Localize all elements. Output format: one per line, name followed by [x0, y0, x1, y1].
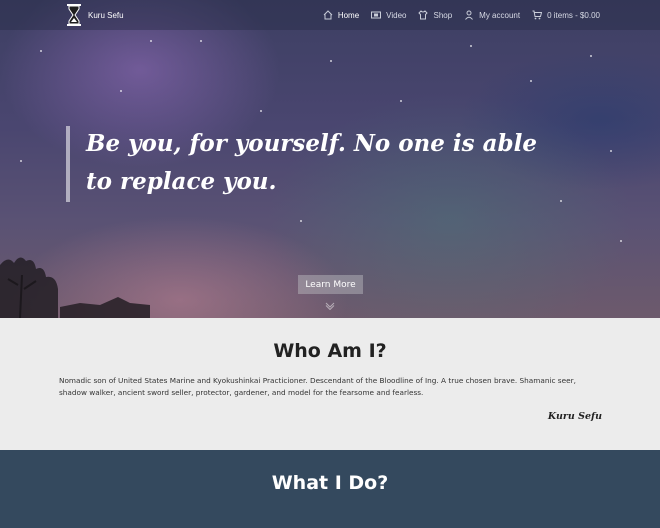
cart-icon [532, 10, 543, 20]
hero-section: Kuru Sefu Home Video Shop My account 0 i… [0, 0, 660, 318]
nav-home[interactable]: Home [323, 10, 359, 20]
nav-video-label: Video [386, 10, 407, 20]
learn-more-button[interactable]: Learn More [298, 275, 363, 294]
user-icon [465, 10, 474, 20]
nav-home-label: Home [337, 10, 360, 20]
services-title: What I Do? [271, 472, 389, 494]
about-section: Who Am I? Nomadic son of United States M… [0, 318, 660, 450]
nav-shop[interactable]: Shop [418, 10, 452, 20]
nav-video[interactable]: Video [371, 10, 406, 20]
hourglass-logo-icon [67, 4, 81, 26]
chevron-down-icon[interactable] [325, 302, 335, 310]
nav-cart[interactable]: 0 items - $0.00 [532, 10, 600, 20]
brand-name: Kuru Sefu [88, 10, 124, 20]
nav-shop-label: Shop [433, 10, 453, 20]
services-section: What I Do? [0, 450, 660, 528]
video-icon [371, 11, 382, 19]
quote-accent-bar [66, 126, 70, 202]
about-title: Who Am I? [273, 340, 387, 362]
main-menu: Home Video Shop My account 0 items - $0.… [311, 0, 600, 30]
nav-my-account-label: My account [479, 10, 521, 20]
hero-quote: Be you, for yourself. No one is able to … [86, 130, 537, 195]
about-signature: Kuru Sefu [547, 411, 602, 422]
shirt-icon [418, 10, 429, 20]
top-navigation: Kuru Sefu Home Video Shop My account 0 i… [0, 0, 660, 30]
nav-cart-label: 0 items - $0.00 [547, 10, 600, 20]
tree-silhouette [0, 257, 150, 318]
brand[interactable]: Kuru Sefu [66, 4, 124, 26]
home-icon [323, 10, 333, 20]
about-text: Nomadic son of United States Marine and … [59, 376, 576, 397]
nav-my-account[interactable]: My account [464, 10, 520, 20]
